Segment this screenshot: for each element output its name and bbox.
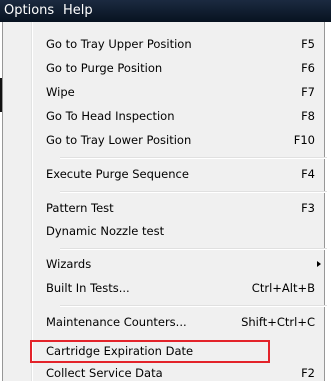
- menu-item-shortcut: F6: [301, 61, 315, 75]
- menu-item-label: Maintenance Counters...: [46, 315, 187, 329]
- menu-bar: Options Help: [0, 0, 331, 22]
- menu-item-label: Pattern Test: [46, 201, 114, 215]
- menu-item-label: Built In Tests...: [46, 281, 130, 295]
- menu-item-label: Execute Purge Sequence: [46, 167, 189, 181]
- menu-item-label: Wizards: [46, 257, 92, 271]
- menu-item-maintenance-counters[interactable]: Maintenance Counters... Shift+Ctrl+C: [30, 311, 325, 333]
- menu-item-go-to-tray-upper-position[interactable]: Go to Tray Upper Position F5: [30, 33, 325, 55]
- menu-item-shortcut: Ctrl+Alt+B: [251, 281, 315, 295]
- menu-item-shortcut: Shift+Ctrl+C: [241, 315, 315, 329]
- menu-item-go-to-head-inspection[interactable]: Go To Head Inspection F8: [30, 105, 325, 127]
- highlight-rectangle: [30, 340, 270, 363]
- menu-item-label: Collect Service Data: [46, 366, 163, 380]
- menu-separator: [60, 191, 327, 193]
- menu-item-go-to-tray-lower-position[interactable]: Go to Tray Lower Position F10: [30, 129, 325, 151]
- menu-separator: [60, 248, 327, 250]
- help-menu[interactable]: Help: [63, 3, 93, 19]
- screenshot: Options Help Go to Tray Upper Position F…: [0, 0, 331, 381]
- menu-item-go-to-purge-position[interactable]: Go to Purge Position F6: [30, 57, 325, 79]
- menu-item-wizards[interactable]: Wizards: [30, 253, 325, 275]
- menu-item-collect-service-data[interactable]: Collect Service Data F2: [30, 362, 325, 381]
- menu-item-built-in-tests[interactable]: Built In Tests... Ctrl+Alt+B: [30, 277, 325, 299]
- window-edge: [0, 78, 2, 112]
- menu-separator: [60, 305, 327, 307]
- menu-item-shortcut: F2: [301, 366, 315, 380]
- menu-item-execute-purge-sequence[interactable]: Execute Purge Sequence F4: [30, 163, 325, 185]
- menu-separator: [60, 157, 327, 159]
- menu-item-label: Go to Tray Upper Position: [46, 37, 192, 51]
- menu-item-dynamic-nozzle-test[interactable]: Dynamic Nozzle test: [30, 220, 325, 242]
- menu-item-shortcut: F7: [301, 85, 315, 99]
- menu-item-shortcut: F5: [301, 37, 315, 51]
- menu-item-shortcut: F3: [301, 201, 315, 215]
- menu-item-wipe[interactable]: Wipe F7: [30, 81, 325, 103]
- menu-item-pattern-test[interactable]: Pattern Test F3: [30, 197, 325, 219]
- menu-item-label: Wipe: [46, 85, 75, 99]
- menu-item-label: Go to Tray Lower Position: [46, 133, 192, 147]
- menu-item-shortcut: F4: [301, 167, 315, 181]
- options-menu[interactable]: Options: [4, 3, 54, 19]
- menu-item-label: Dynamic Nozzle test: [46, 224, 165, 238]
- menu-item-label: Go to Purge Position: [46, 61, 163, 75]
- submenu-arrow-icon: [317, 261, 321, 267]
- menu-item-shortcut: F10: [293, 133, 315, 147]
- menu-item-label: Go To Head Inspection: [46, 109, 175, 123]
- menu-item-shortcut: F8: [301, 109, 315, 123]
